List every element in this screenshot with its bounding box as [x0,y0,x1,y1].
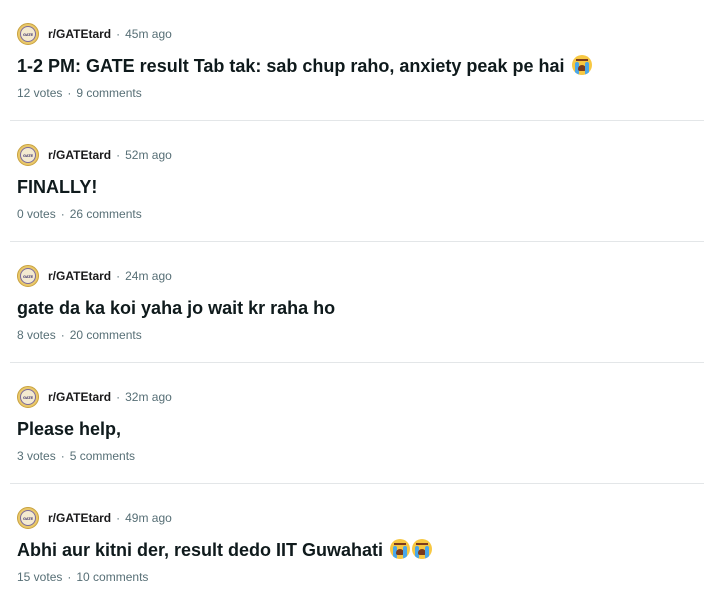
loudly-crying-face-icon [571,55,592,75]
separator-dot: · [60,449,65,463]
comment-count[interactable]: 20 comments [70,328,142,342]
post-time: 32m ago [125,390,172,404]
separator-dot: · [116,27,121,41]
post-meta: GATE r/GATEtard · 49m ago [17,506,172,530]
separator-dot: · [67,86,72,100]
subreddit-avatar[interactable]: GATE [17,144,39,166]
post-title-text: FINALLY! [17,177,98,197]
separator-dot: · [116,390,121,404]
post-title[interactable]: 1-2 PM: GATE result Tab tak: sab chup ra… [17,54,592,78]
post-time: 24m ago [125,269,172,283]
comment-count[interactable]: 26 comments [70,207,142,221]
loudly-crying-face-icon [412,539,433,559]
post-title[interactable]: Please help, [17,417,121,441]
separator-dot: · [60,328,65,342]
vote-count: 3 votes [17,449,56,463]
avatar-logo-text: GATE [20,147,36,163]
post-card[interactable]: GATE r/GATEtard · 52m ago FINALLY! 0 vot… [0,121,704,242]
subreddit-avatar[interactable]: GATE [17,23,39,45]
subreddit-avatar[interactable]: GATE [17,386,39,408]
post-title-text: gate da ka koi yaha jo wait kr raha ho [17,298,336,318]
comment-count[interactable]: 5 comments [70,449,135,463]
avatar-logo-text: GATE [20,510,36,526]
post-stats: 3 votes · 5 comments [17,449,135,463]
subreddit-link[interactable]: r/GATEtard [48,27,111,41]
post-time: 45m ago [125,27,172,41]
subreddit-avatar[interactable]: GATE [17,507,39,529]
subreddit-link[interactable]: r/GATEtard [48,511,111,525]
post-card[interactable]: GATE r/GATEtard · 45m ago 1-2 PM: GATE r… [0,0,704,121]
avatar-logo-text: GATE [20,26,36,42]
vote-count: 8 votes [17,328,56,342]
post-stats: 0 votes · 26 comments [17,207,142,221]
subreddit-avatar[interactable]: GATE [17,265,39,287]
post-time: 52m ago [125,148,172,162]
post-title-text: 1-2 PM: GATE result Tab tak: sab chup ra… [17,56,565,76]
vote-count: 0 votes [17,207,56,221]
post-feed: GATE r/GATEtard · 45m ago 1-2 PM: GATE r… [0,0,704,604]
post-card[interactable]: GATE r/GATEtard · 49m ago Abhi aur kitni… [0,484,704,604]
post-stats: 15 votes · 10 comments [17,570,148,584]
loudly-crying-face-icon [390,539,411,559]
post-title[interactable]: Abhi aur kitni der, result dedo IIT Guwa… [17,538,433,562]
vote-count: 15 votes [17,570,63,584]
subreddit-link[interactable]: r/GATEtard [48,390,111,404]
post-title[interactable]: FINALLY! [17,175,97,199]
subreddit-link[interactable]: r/GATEtard [48,148,111,162]
comment-count[interactable]: 9 comments [76,86,141,100]
post-title-text: Please help, [17,419,122,439]
post-meta: GATE r/GATEtard · 52m ago [17,143,172,167]
comment-count[interactable]: 10 comments [76,570,148,584]
post-card[interactable]: GATE r/GATEtard · 24m ago gate da ka koi… [0,242,704,363]
post-card[interactable]: GATE r/GATEtard · 32m ago Please help, 3… [0,363,704,484]
subreddit-link[interactable]: r/GATEtard [48,269,111,283]
post-meta: GATE r/GATEtard · 32m ago [17,385,172,409]
separator-dot: · [60,207,65,221]
post-stats: 8 votes · 20 comments [17,328,142,342]
post-meta: GATE r/GATEtard · 24m ago [17,264,172,288]
separator-dot: · [116,511,121,525]
post-time: 49m ago [125,511,172,525]
post-title-text: Abhi aur kitni der, result dedo IIT Guwa… [17,540,384,560]
post-stats: 12 votes · 9 comments [17,86,142,100]
vote-count: 12 votes [17,86,63,100]
avatar-logo-text: GATE [20,268,36,284]
post-meta: GATE r/GATEtard · 45m ago [17,22,172,46]
avatar-logo-text: GATE [20,389,36,405]
separator-dot: · [116,269,121,283]
separator-dot: · [116,148,121,162]
separator-dot: · [67,570,72,584]
post-title[interactable]: gate da ka koi yaha jo wait kr raha ho [17,296,335,320]
